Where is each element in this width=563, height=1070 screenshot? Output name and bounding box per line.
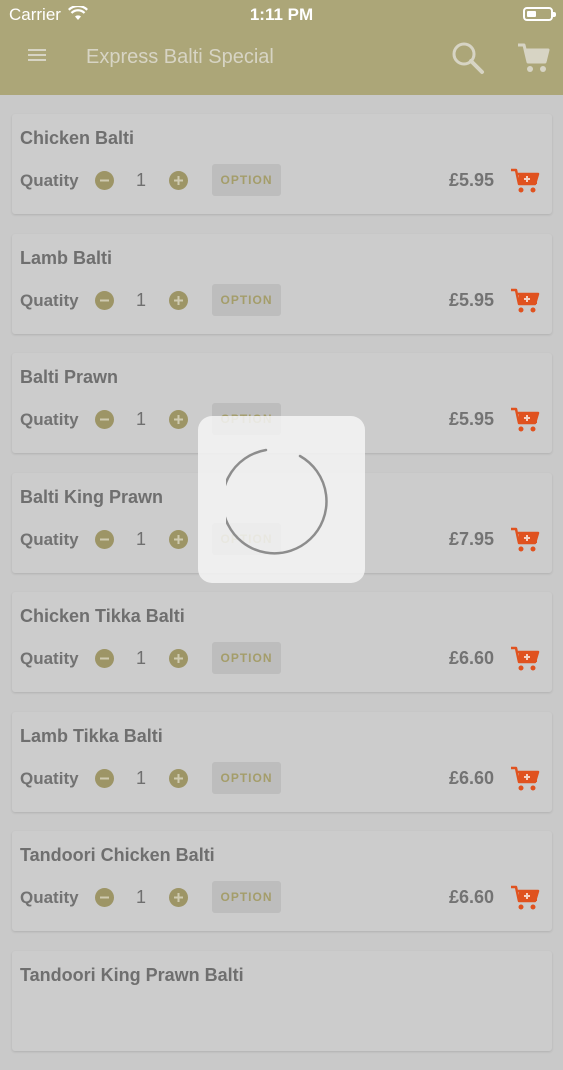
decrease-quantity-button[interactable] <box>95 171 114 190</box>
decrease-quantity-button[interactable] <box>95 410 114 429</box>
quantity-label: Quatity <box>20 888 79 907</box>
add-to-cart-icon[interactable] <box>510 884 542 917</box>
quantity-value: 1 <box>136 887 147 907</box>
quantity-label: Quatity <box>20 171 79 190</box>
increase-quantity-button[interactable] <box>169 171 188 190</box>
item-name: Lamb Balti <box>20 247 113 268</box>
menu-item-card: Tandoori Chicken Balti Quatity 1 OPTION … <box>12 831 552 931</box>
quantity-value: 1 <box>136 648 147 668</box>
loading-overlay <box>198 416 365 583</box>
menu-icon[interactable] <box>28 48 46 67</box>
item-name: Tandoori Chicken Balti <box>20 845 215 865</box>
add-to-cart-icon[interactable] <box>510 167 542 200</box>
add-to-cart-icon[interactable] <box>510 765 542 798</box>
option-button[interactable]: OPTION <box>212 881 281 913</box>
clock: 1:11 PM <box>249 5 314 24</box>
item-price: £5.95 <box>448 170 494 190</box>
add-to-cart-icon[interactable] <box>510 526 542 559</box>
decrease-quantity-button[interactable] <box>95 290 114 310</box>
quantity-value: 1 <box>136 289 147 310</box>
quantity-label: Quatity <box>20 768 79 788</box>
status-bar: Carrier 1:11 PM <box>0 0 563 30</box>
item-name: Balti Prawn <box>20 367 119 387</box>
item-price: £6.60 <box>448 648 494 668</box>
menu-item-card: Chicken Balti Quatity 1 OPTION £5.95 <box>12 114 552 214</box>
item-price: £7.95 <box>448 528 494 549</box>
decrease-quantity-button[interactable] <box>95 768 114 788</box>
item-price: £6.60 <box>448 767 494 788</box>
add-to-cart-icon[interactable] <box>510 645 542 678</box>
item-name: Tandoori King Prawn Balti <box>20 964 244 985</box>
search-icon[interactable] <box>450 40 486 81</box>
item-name: Chicken Balti <box>20 128 135 148</box>
item-price: £5.95 <box>448 409 494 429</box>
option-button[interactable]: OPTION <box>212 283 281 316</box>
item-name: Lamb Tikka Balti <box>20 725 163 746</box>
option-button[interactable]: OPTION <box>212 164 281 196</box>
increase-quantity-button[interactable] <box>169 649 188 668</box>
increase-quantity-button[interactable] <box>169 529 188 549</box>
option-button[interactable]: OPTION <box>212 642 281 674</box>
battery-icon <box>523 7 556 21</box>
increase-quantity-button[interactable] <box>169 290 188 310</box>
nav-bar: Express Balti Special <box>0 30 563 95</box>
increase-quantity-button[interactable] <box>169 888 188 907</box>
item-price: £6.60 <box>448 887 494 907</box>
menu-item-card: Lamb Balti Quatity 1 OPTION £5.95 <box>12 233 552 334</box>
decrease-quantity-button[interactable] <box>95 529 114 549</box>
quantity-value: 1 <box>136 528 147 549</box>
increase-quantity-button[interactable] <box>169 768 188 788</box>
quantity-label: Quatity <box>20 410 79 429</box>
loading-spinner-icon <box>226 448 328 555</box>
quantity-value: 1 <box>136 409 147 429</box>
quantity-value: 1 <box>136 170 147 190</box>
option-button[interactable]: OPTION <box>212 761 281 794</box>
menu-item-card: Chicken Tikka Balti Quatity 1 OPTION £6.… <box>12 592 552 692</box>
quantity-label: Quatity <box>20 290 79 310</box>
page-title: Express Balti Special <box>86 46 274 68</box>
item-name: Balti King Prawn <box>20 486 164 507</box>
cart-icon[interactable] <box>516 40 552 81</box>
add-to-cart-icon[interactable] <box>510 287 542 320</box>
menu-item-card: Lamb Tikka Balti Quatity 1 OPTION £6.60 <box>12 711 552 812</box>
item-name: Chicken Tikka Balti <box>20 606 185 626</box>
quantity-value: 1 <box>136 767 147 788</box>
decrease-quantity-button[interactable] <box>95 649 114 668</box>
increase-quantity-button[interactable] <box>169 410 188 429</box>
decrease-quantity-button[interactable] <box>95 888 114 907</box>
add-to-cart-icon[interactable] <box>510 406 542 439</box>
item-price: £5.95 <box>448 289 494 310</box>
quantity-label: Quatity <box>20 529 79 549</box>
quantity-label: Quatity <box>20 649 79 668</box>
menu-item-card: Tandoori King Prawn Balti Quatity 1 OPTI… <box>12 950 552 1051</box>
menu-item-list: Chicken Balti Quatity 1 OPTION £5.95 Lam… <box>12 114 552 1070</box>
